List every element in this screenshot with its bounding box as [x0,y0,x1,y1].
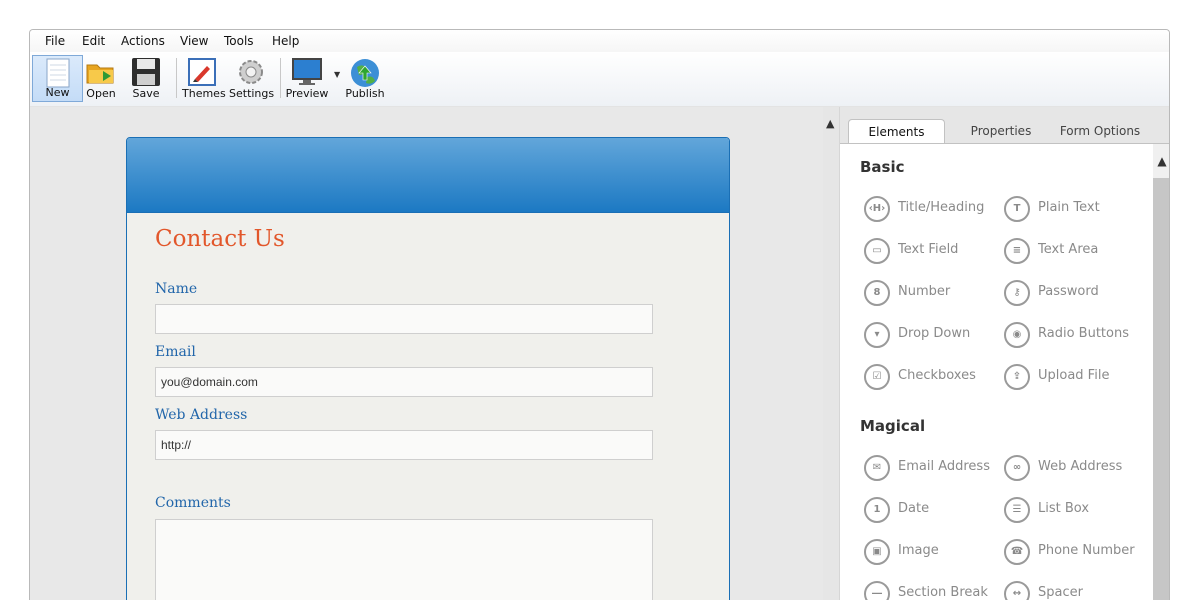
heading-icon: ‹H› [864,196,890,222]
themes-icon [188,58,216,86]
open-label: Open [86,87,116,100]
elements-panel: Elements Properties Form Options Basic ‹… [840,107,1169,600]
image-icon: ▣ [864,539,890,565]
settings-label: Settings [229,87,275,100]
key-icon: ⚷ [1004,280,1030,306]
menu-edit[interactable]: Edit [82,34,105,48]
element-item-label: Checkboxes [898,368,976,383]
themes-button[interactable]: Themes [182,55,226,102]
element-item-label: Email Address [898,459,990,474]
spacer-icon: ↔ [1004,581,1030,600]
comments-label: Comments [155,495,231,511]
preview-label: Preview [285,87,329,100]
floppy-disk-icon [132,58,160,86]
name-field[interactable] [155,304,653,334]
web-address-field[interactable]: http:// [155,430,653,460]
element-item-label: Date [898,501,930,516]
form-canvas: Contact Us Name Email you@domain.com Web… [30,107,823,600]
preview-dropdown-arrow-icon[interactable]: ▼ [334,70,340,79]
gear-icon [239,60,263,84]
form-preview: Contact Us Name Email you@domain.com Web… [126,137,730,600]
open-button[interactable]: Open [84,55,118,102]
save-label: Save [132,87,160,100]
section-title-basic: Basic [860,158,905,176]
calendar-icon: 1 [864,497,890,523]
dropdown-icon: ▾ [864,322,890,348]
form-header-banner [127,138,729,213]
publish-label: Publish [345,87,385,100]
canvas-scrollbar[interactable]: ▲ [823,107,839,600]
form-title[interactable]: Contact Us [155,226,285,252]
new-document-icon [46,58,69,88]
settings-button[interactable]: Settings [229,55,275,102]
checkbox-icon: ☑ [864,364,890,390]
monitor-icon [292,58,322,85]
element-item-label: Password [1038,284,1099,299]
web-address-label: Web Address [155,407,248,423]
elements-list: Basic ‹H› Title/Heading T Plain Text ▭ Text F… [840,143,1153,600]
menu-help[interactable]: Help [272,34,299,48]
element-item-label: Web Address [1038,459,1123,474]
panel-scrollbar[interactable]: ▲ [1153,143,1169,600]
menu-file[interactable]: File [45,34,65,48]
scroll-up-arrow-icon[interactable]: ▲ [826,117,834,130]
menu-bar: File Edit Actions View Tools Help [30,30,1169,52]
element-item-label: Section Break [898,585,988,600]
preview-button[interactable]: Preview [285,55,329,102]
tab-properties[interactable]: Properties [958,119,1044,143]
name-label: Name [155,281,198,297]
number-icon: 8 [864,280,890,306]
section-break-icon: ― [864,581,890,600]
menu-tools[interactable]: Tools [224,34,254,48]
new-button[interactable]: New [32,55,83,102]
element-item-label: Upload File [1038,368,1110,383]
save-button[interactable]: Save [128,55,164,102]
tab-form-options[interactable]: Form Options [1052,119,1148,143]
comments-textarea[interactable] [155,519,653,600]
element-item-label: Number [898,284,951,299]
toolbar-separator [176,58,177,98]
menu-view[interactable]: View [180,34,208,48]
element-item-label: Image [898,543,939,558]
text-field-icon: ▭ [864,238,890,264]
list-box-icon: ☰ [1004,497,1030,523]
element-item-label: Text Field [898,242,959,257]
phone-icon: ☎ [1004,539,1030,565]
toolbar: New Open Save Themes Settings Preview ▼ … [30,52,1169,107]
element-item-label: Title/Heading [898,200,985,215]
text-area-icon: ≡ [1004,238,1030,264]
email-label: Email [155,344,196,360]
element-item-label: Spacer [1038,585,1083,600]
folder-open-icon [86,64,114,84]
toolbar-separator [280,58,281,98]
text-icon: T [1004,196,1030,222]
menu-actions[interactable]: Actions [121,34,165,48]
element-item-label: Plain Text [1038,200,1100,215]
element-item-label: Radio Buttons [1038,326,1129,341]
link-icon: ∞ [1004,455,1030,481]
panel-scroll-up-arrow-icon[interactable]: ▲ [1153,144,1169,178]
email-icon: ✉ [864,455,890,481]
element-item-label: Drop Down [898,326,971,341]
globe-publish-icon [351,59,379,87]
radio-icon: ◉ [1004,322,1030,348]
tab-elements[interactable]: Elements [848,119,945,144]
email-field[interactable]: you@domain.com [155,367,653,397]
themes-label: Themes [182,87,226,100]
upload-icon: ⇪ [1004,364,1030,390]
element-item-label: Text Area [1038,242,1099,257]
app-window: File Edit Actions View Tools Help New Op… [29,29,1170,600]
section-title-magical: Magical [860,417,926,435]
publish-button[interactable]: Publish [344,55,386,102]
element-item-label: List Box [1038,501,1090,516]
element-item-label: Phone Number [1038,543,1135,558]
new-label: New [45,86,70,99]
